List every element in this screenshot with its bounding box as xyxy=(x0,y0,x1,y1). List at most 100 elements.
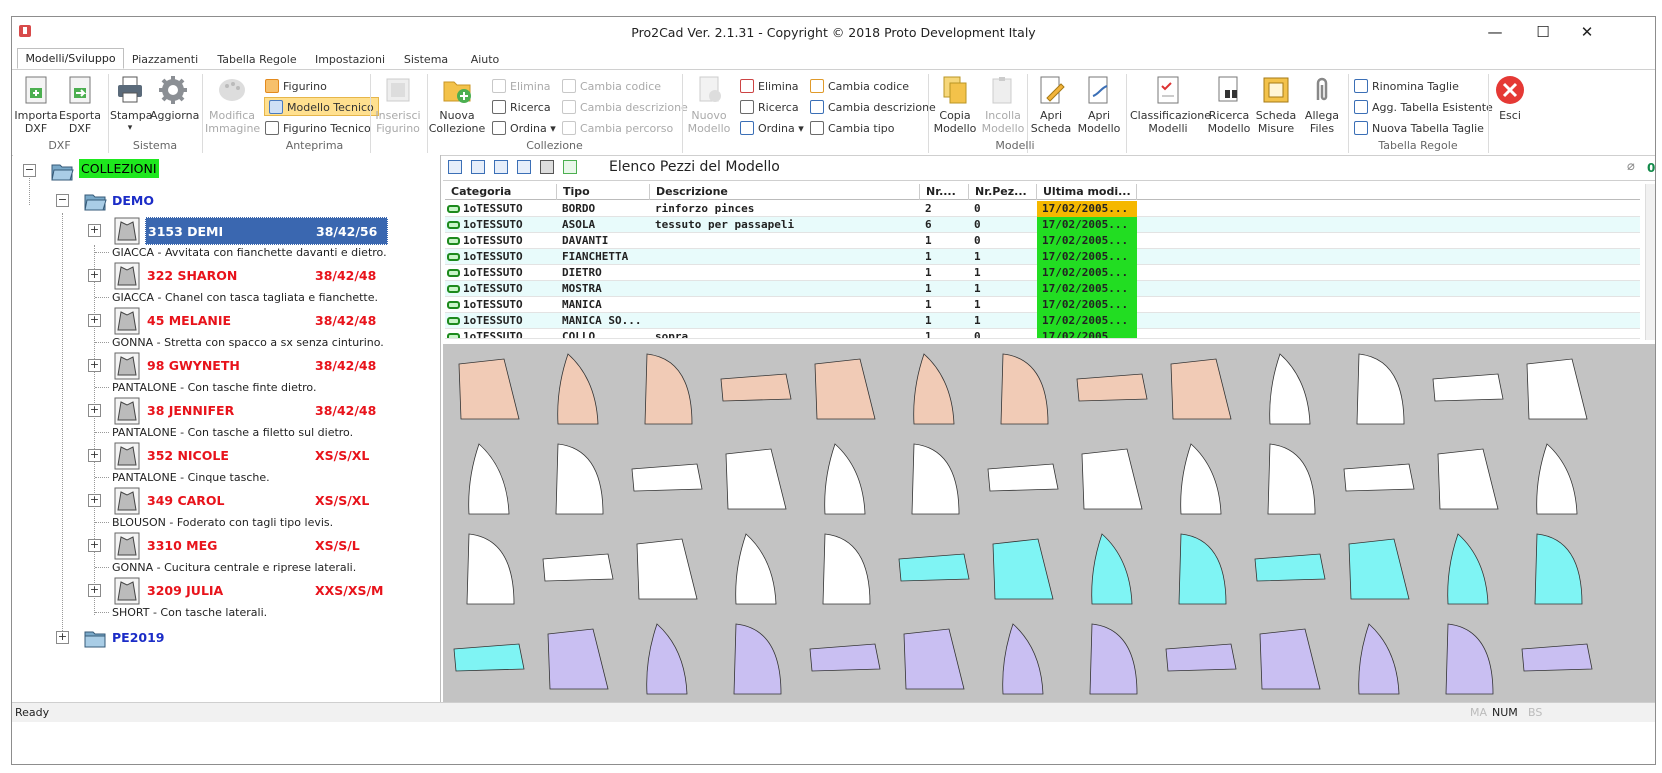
scheda-misure-button[interactable]: Scheda Misure xyxy=(1255,72,1297,135)
pattern-piece[interactable] xyxy=(824,443,866,515)
collections-tree[interactable]: − COLLEZIONI − DEMO +3153 DEMI 38/42/56 GI… xyxy=(13,155,441,711)
collapse-demo-toggle[interactable]: − xyxy=(56,194,69,207)
pattern-piece[interactable] xyxy=(644,353,693,425)
expand-model-toggle[interactable]: + xyxy=(88,449,101,462)
pattern-piece[interactable] xyxy=(911,443,960,515)
pattern-piece[interactable] xyxy=(814,358,876,420)
nuova-collezione-button[interactable]: Nuova Collezione xyxy=(428,72,486,135)
tree-model-item[interactable]: 3310 MEG XS/S/L xyxy=(145,532,388,560)
table-row[interactable]: 1oTESSUTO ASOLA tessuto per passapeli 6 0 17/… xyxy=(445,217,1640,233)
esporta-dxf-button[interactable]: Esporta DXF xyxy=(58,72,102,135)
collezione-ordina-button[interactable]: Ordina ▾ xyxy=(492,119,556,138)
expand-model-toggle[interactable]: + xyxy=(88,539,101,552)
pattern-piece[interactable] xyxy=(458,358,520,420)
table-row[interactable]: 1oTESSUTO DIETRO 1 1 17/02/2005... xyxy=(445,265,1640,281)
collapse-root-toggle[interactable]: − xyxy=(23,164,36,177)
pattern-piece[interactable] xyxy=(547,628,609,690)
tab-aiuto[interactable]: Aiuto xyxy=(462,50,508,69)
apri-modello-button[interactable]: Apri Modello xyxy=(1076,72,1122,135)
tree-model-item[interactable]: 349 CAROL XS/S/XL xyxy=(145,487,388,515)
modello-ricerca-button[interactable]: Ricerca xyxy=(740,98,799,117)
close-button[interactable]: ✕ xyxy=(1564,17,1610,47)
expand-model-toggle[interactable]: + xyxy=(88,314,101,327)
view-icons-icon[interactable] xyxy=(448,160,462,174)
tree-model-item[interactable]: 3153 DEMI 38/42/56 xyxy=(145,217,388,245)
pattern-piece[interactable] xyxy=(1076,373,1148,402)
pattern-piece[interactable] xyxy=(1002,623,1044,695)
copia-modello-button[interactable]: Copia Modello xyxy=(930,72,980,135)
pattern-piece[interactable] xyxy=(1437,448,1499,510)
modello-tecnico-button[interactable]: Modello Tecnico xyxy=(264,97,379,116)
pattern-piece[interactable] xyxy=(1089,623,1138,695)
expand-model-toggle[interactable]: + xyxy=(88,494,101,507)
modello-cambia-tipo-button[interactable]: Cambia tipo xyxy=(810,119,895,138)
pattern-piece[interactable] xyxy=(542,553,614,582)
view-list-icon[interactable] xyxy=(494,160,508,174)
pattern-piece[interactable] xyxy=(1432,373,1504,402)
aggiorna-button[interactable]: Aggiorna xyxy=(150,72,199,122)
esci-button[interactable]: Esci xyxy=(1490,72,1530,122)
stampa-button[interactable]: Stampa ▾ xyxy=(110,72,152,135)
grid-column-header[interactable]: Nr.... xyxy=(920,184,969,200)
nuova-tabella-taglie-button[interactable]: Nuova Tabella Taglie xyxy=(1354,119,1484,138)
pattern-piece[interactable] xyxy=(903,628,965,690)
allega-files-button[interactable]: Allega Files xyxy=(1300,72,1344,135)
tab-sistema[interactable]: Sistema xyxy=(398,50,454,69)
expand-model-toggle[interactable]: + xyxy=(88,359,101,372)
pattern-piece[interactable] xyxy=(555,443,604,515)
tree-model-item[interactable]: 352 NICOLE XS/S/XL xyxy=(145,442,388,470)
tab-piazzamenti[interactable]: Piazzamenti xyxy=(130,50,200,69)
pattern-piece[interactable] xyxy=(1091,533,1133,605)
inserisci-figurino-button[interactable]: Inserisci Figurino xyxy=(374,72,422,135)
tab-tabella-regole[interactable]: Tabella Regole xyxy=(212,50,302,69)
pattern-piece[interactable] xyxy=(1178,533,1227,605)
pattern-piece[interactable] xyxy=(453,643,525,672)
tree-model-item[interactable]: 45 MELANIE 38/42/48 xyxy=(145,307,388,335)
grid-column-header[interactable]: Ultima modi... xyxy=(1037,184,1137,200)
nuovo-modello-button[interactable]: Nuovo Modello xyxy=(684,72,734,135)
table-row[interactable]: 1oTESSUTO FIANCHETTA 1 1 17/02/2005... xyxy=(445,249,1640,265)
expand-model-toggle[interactable]: + xyxy=(88,269,101,282)
modello-cambia-codice-button[interactable]: Cambia codice xyxy=(810,77,909,96)
pattern-piece[interactable] xyxy=(1254,553,1326,582)
pattern-piece[interactable] xyxy=(735,533,777,605)
pattern-piece[interactable] xyxy=(1358,623,1400,695)
grid-column-header[interactable]: Nr.Pez... xyxy=(969,184,1037,200)
pattern-piece[interactable] xyxy=(733,623,782,695)
grid-column-header[interactable]: Tipo xyxy=(557,184,650,200)
pattern-piece[interactable] xyxy=(822,533,871,605)
modello-ordina-button[interactable]: Ordina ▾ xyxy=(740,119,804,138)
figurino-button[interactable]: Figurino xyxy=(265,77,327,96)
paperclip-icon[interactable]: ⌀ xyxy=(1627,159,1635,174)
table-row[interactable]: 1oTESSUTO MOSTRA 1 1 17/02/2005... xyxy=(445,281,1640,297)
pattern-piece[interactable] xyxy=(1269,353,1311,425)
pattern-piece[interactable] xyxy=(1267,443,1316,515)
tree-model-item[interactable]: 3209 JULIA XXS/XS/M xyxy=(145,577,388,605)
figurino-tecnico-button[interactable]: Figurino Tecnico xyxy=(265,119,371,138)
incolla-modello-button[interactable]: Incolla Modello xyxy=(980,72,1026,135)
expand-model-toggle[interactable]: + xyxy=(88,224,101,237)
collezione-elimina-button[interactable]: Elimina xyxy=(492,77,551,96)
pattern-piece[interactable] xyxy=(1348,538,1410,600)
tab-impostazioni[interactable]: Impostazioni xyxy=(310,50,390,69)
view-details-icon[interactable] xyxy=(517,160,531,174)
pattern-piece[interactable] xyxy=(1526,358,1588,420)
pattern-piece[interactable] xyxy=(720,373,792,402)
modello-cambia-descrizione-button[interactable]: Cambia descrizione xyxy=(810,98,936,117)
print-icon[interactable] xyxy=(540,160,554,174)
importa-dxf-button[interactable]: Importa DXF xyxy=(14,72,58,135)
rinomina-taglie-button[interactable]: Rinomina Taglie xyxy=(1354,77,1459,96)
pattern-piece[interactable] xyxy=(646,623,688,695)
classificazione-modelli-button[interactable]: Classificazione Modelli xyxy=(1130,72,1211,135)
grid-scrollbar[interactable] xyxy=(1645,184,1655,340)
pattern-piece[interactable] xyxy=(1165,643,1237,672)
collezione-cambia-percorso-button[interactable]: Cambia percorso xyxy=(562,119,673,138)
table-row[interactable]: 1oTESSUTO MANICA 1 1 17/02/2005... xyxy=(445,297,1640,313)
tree-folder-demo[interactable]: DEMO xyxy=(112,193,154,208)
pattern-piece[interactable] xyxy=(468,443,510,515)
pattern-piece[interactable] xyxy=(987,463,1059,492)
collezione-cambia-codice-button[interactable]: Cambia codice xyxy=(562,77,661,96)
expand-pe2019-toggle[interactable]: + xyxy=(56,631,69,644)
export-icon[interactable] xyxy=(563,160,577,174)
modello-elimina-button[interactable]: Elimina xyxy=(740,77,799,96)
